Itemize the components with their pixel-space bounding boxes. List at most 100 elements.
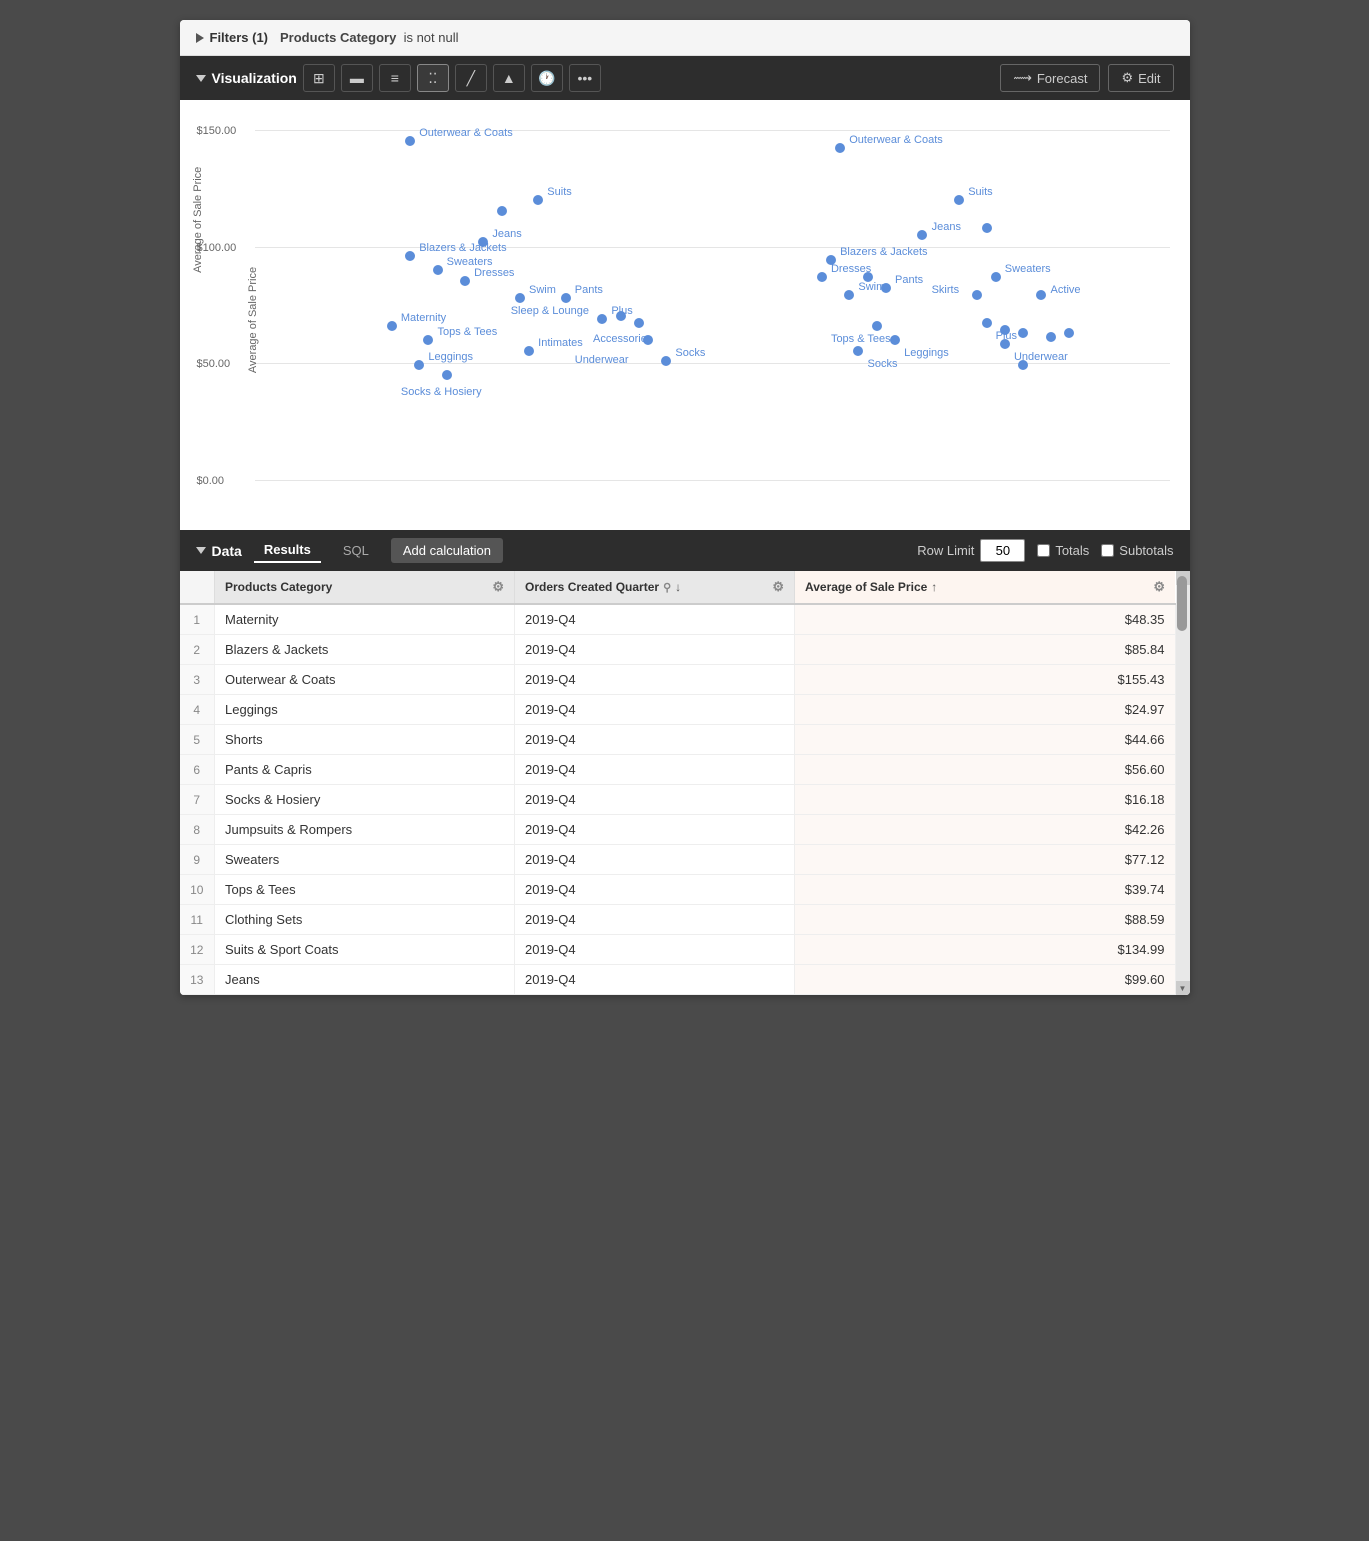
table-row: 3 Outerwear & Coats 2019-Q4 $155.43: [180, 665, 1176, 695]
label-outerwear-1: Outerwear & Coats: [419, 127, 513, 139]
filters-bar: Filters (1) Products Category is not nul…: [180, 20, 1190, 56]
viz-label: Visualization: [212, 70, 297, 86]
table-row: 12 Suits & Sport Coats 2019-Q4 $134.99: [180, 935, 1176, 965]
col-category-header-content: Products Category: [225, 580, 332, 594]
col-category-gear-icon[interactable]: ⚙: [492, 579, 504, 595]
list-icon-btn[interactable]: ≡: [379, 64, 411, 92]
row-limit-input[interactable]: [980, 539, 1025, 562]
scrollbar-down-arrow[interactable]: ▼: [1176, 981, 1190, 995]
label-blazers-2: Blazers & Jackets: [840, 246, 927, 258]
data-section-label: Data: [196, 543, 242, 559]
label-sleep-lounge-1: Sleep & Lounge: [511, 305, 589, 317]
cell-quarter: 2019-Q4: [515, 845, 795, 875]
dot-swim-2: [844, 290, 854, 300]
dot-plus-1: [597, 314, 607, 324]
dot-dresses-1: [460, 276, 470, 286]
cell-category: Socks & Hosiery: [215, 785, 515, 815]
col-quarter-header-content: Orders Created Quarter ⚲ ↓: [525, 580, 681, 594]
col-avg-sort-icon[interactable]: ↑: [931, 580, 937, 594]
table-row: 9 Sweaters 2019-Q4 $77.12: [180, 845, 1176, 875]
cell-avg-price: $155.43: [795, 665, 1176, 695]
cell-quarter: 2019-Q4: [515, 785, 795, 815]
dot-outerwear-1: [405, 136, 415, 146]
label-skirts: Skirts: [932, 284, 960, 296]
tab-sql[interactable]: SQL: [333, 539, 379, 562]
more-icon-btn[interactable]: •••: [569, 64, 601, 92]
results-table: Products Category ⚙ Orders Created Quart…: [180, 571, 1176, 995]
table-row: 1 Maternity 2019-Q4 $48.35: [180, 604, 1176, 635]
col-avg-header-content: Average of Sale Price ↑: [805, 580, 937, 594]
add-calculation-button[interactable]: Add calculation: [391, 538, 503, 563]
cell-avg-price: $44.66: [795, 725, 1176, 755]
edit-button[interactable]: ⚙ Edit: [1108, 64, 1173, 92]
dot-skirts: [972, 290, 982, 300]
cell-category: Shorts: [215, 725, 515, 755]
cell-category: Jumpsuits & Rompers: [215, 815, 515, 845]
subtotals-label: Subtotals: [1119, 543, 1173, 558]
table-row: 8 Jumpsuits & Rompers 2019-Q4 $42.26: [180, 815, 1176, 845]
label-swim-2: Swim: [858, 281, 885, 293]
dot-tops-1: [423, 335, 433, 345]
data-expand-icon[interactable]: [196, 547, 206, 554]
totals-label: Totals: [1055, 543, 1089, 558]
scrollbar-thumb[interactable]: [1177, 576, 1187, 631]
label-pants-2: Pants: [895, 274, 923, 286]
col-quarter-sort-icon[interactable]: ↓: [675, 580, 681, 594]
label-socks-1: Socks: [675, 347, 705, 359]
dot-tops-2: [872, 321, 882, 331]
cell-quarter: 2019-Q4: [515, 695, 795, 725]
y-tick-100: $100.00: [197, 242, 237, 254]
label-leggings-2: Leggings: [904, 347, 949, 359]
subtotals-checkbox-group: Subtotals: [1101, 543, 1173, 558]
label-tops-1: Tops & Tees: [438, 326, 498, 338]
dot-r7: [1018, 360, 1028, 370]
row-number: 13: [180, 965, 215, 995]
viz-expand-icon[interactable]: [196, 75, 206, 82]
table-row: 7 Socks & Hosiery 2019-Q4 $16.18: [180, 785, 1176, 815]
row-number: 6: [180, 755, 215, 785]
dot-jeans-2: [917, 230, 927, 240]
label-outerwear-2: Outerwear & Coats: [849, 134, 943, 146]
table-row: 5 Shorts 2019-Q4 $44.66: [180, 725, 1176, 755]
scatter-icon-btn[interactable]: ⁚⁚: [417, 64, 449, 92]
dot-socks-2: [853, 346, 863, 356]
dot-r3: [1000, 325, 1010, 335]
totals-checkbox[interactable]: [1037, 544, 1050, 557]
row-number: 4: [180, 695, 215, 725]
cell-quarter: 2019-Q4: [515, 755, 795, 785]
subtotals-checkbox[interactable]: [1101, 544, 1114, 557]
line-chart-icon-btn[interactable]: ╱: [455, 64, 487, 92]
row-number: 9: [180, 845, 215, 875]
table-row: 10 Tops & Tees 2019-Q4 $39.74: [180, 875, 1176, 905]
bar-chart-icon-btn[interactable]: ▬: [341, 64, 373, 92]
col-quarter-gear-icon[interactable]: ⚙: [772, 579, 784, 595]
table-row: 6 Pants & Capris 2019-Q4 $56.60: [180, 755, 1176, 785]
row-number: 3: [180, 665, 215, 695]
col-header-category: Products Category ⚙: [215, 571, 515, 604]
col-avg-gear-icon[interactable]: ⚙: [1153, 579, 1165, 595]
filters-toggle[interactable]: Filters (1): [196, 30, 269, 45]
grid-line-top: $150.00: [255, 130, 1170, 131]
table-icon-btn[interactable]: ⊞: [303, 64, 335, 92]
grid-line-0: $0.00: [255, 480, 1170, 481]
chart-inner: Average of Sale Price $150.00 $100.00 $5…: [190, 120, 1180, 520]
tab-results[interactable]: Results: [254, 538, 321, 563]
cell-category: Jeans: [215, 965, 515, 995]
cell-avg-price: $85.84: [795, 635, 1176, 665]
area-chart-icon-btn[interactable]: ▲: [493, 64, 525, 92]
forecast-button[interactable]: ⟿ Forecast: [1000, 64, 1100, 92]
col-header-quarter: Orders Created Quarter ⚲ ↓ ⚙: [515, 571, 795, 604]
cell-quarter: 2019-Q4: [515, 604, 795, 635]
dot-outerwear-2: [835, 143, 845, 153]
clock-icon-btn[interactable]: 🕐: [531, 64, 563, 92]
col-quarter-filter-icon[interactable]: ⚲: [663, 581, 671, 594]
dot-suits-1: [533, 195, 543, 205]
cell-quarter: 2019-Q4: [515, 875, 795, 905]
label-active: Active: [1051, 284, 1081, 296]
row-number: 12: [180, 935, 215, 965]
label-intimates-1: Intimates: [538, 337, 583, 349]
scrollbar[interactable]: ▲ ▼: [1176, 571, 1190, 995]
cell-avg-price: $16.18: [795, 785, 1176, 815]
label-sweaters-2: Sweaters: [1005, 263, 1051, 275]
label-swim-1: Swim: [529, 284, 556, 296]
